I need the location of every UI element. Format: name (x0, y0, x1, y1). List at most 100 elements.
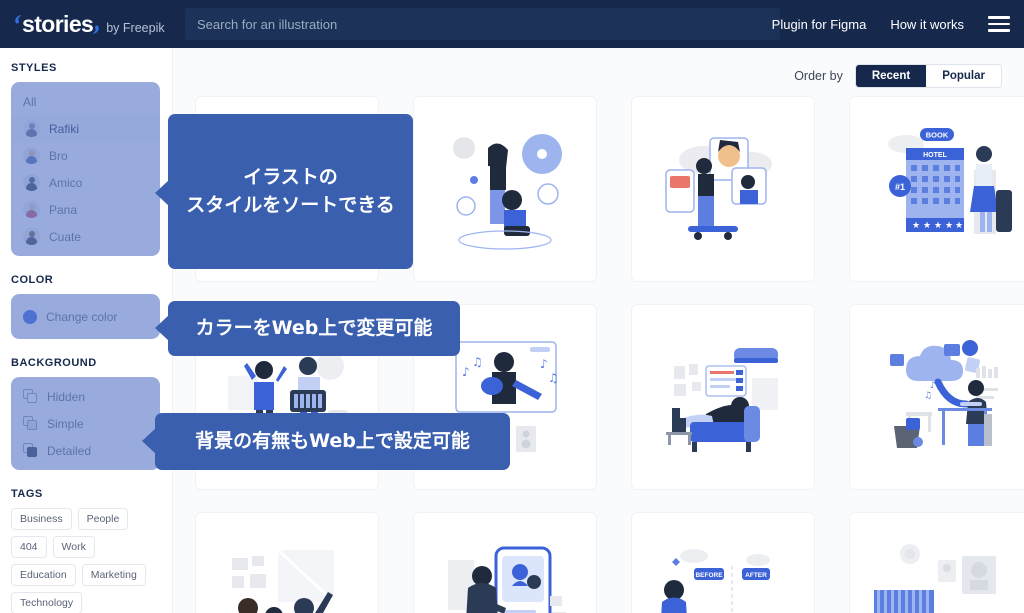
avatar-pana-icon (23, 201, 40, 218)
svg-text:♫: ♫ (472, 355, 483, 369)
svg-text:★: ★ (923, 221, 931, 231)
callout-pointer-icon (155, 180, 169, 206)
callout-styles-line1: イラストの (243, 165, 338, 188)
background-panel: Hidden Simple Detailed (11, 377, 160, 470)
avatar-rafiki-icon (23, 120, 40, 137)
page-root: stories by Freepik Plugin for Figma How … (0, 0, 1024, 613)
callout-styles-text: イラストの スタイルをソートできる (186, 164, 395, 219)
tags-section-title: TAGS (11, 488, 43, 500)
avatar-bro-icon (23, 147, 40, 164)
svg-text:♪: ♪ (930, 381, 936, 391)
svg-text:♫: ♫ (924, 391, 932, 401)
callout-styles: イラストの スタイルをソートできる (155, 114, 413, 269)
sort-option-popular[interactable]: Popular (926, 65, 1001, 87)
tag-work[interactable]: Work (52, 536, 95, 558)
illustration-card-cloud-storage-desk[interactable]: ♪ ♫ (849, 304, 1024, 490)
logo-byline: by Freepik (106, 20, 165, 35)
tags-list: Business People 404 Work Education Marke… (11, 508, 160, 613)
sort-option-recent[interactable]: Recent (855, 65, 927, 87)
style-label: Pana (49, 202, 78, 217)
callout-pointer-icon (155, 315, 169, 341)
logo-text: stories (22, 10, 94, 37)
layers-half-icon (23, 416, 38, 431)
change-color-button[interactable]: Change color (11, 303, 160, 330)
logo-apostrophe-icon (14, 14, 21, 26)
nav-plugin-for-figma[interactable]: Plugin for Figma (772, 17, 867, 32)
color-swatch-icon (23, 309, 37, 324)
sidebar-style-pana[interactable]: Pana (11, 196, 160, 223)
color-panel: Change color (11, 294, 160, 339)
sort-segmented-control: Recent Popular (854, 64, 1002, 88)
sidebar-background-detailed[interactable]: Detailed (11, 437, 160, 464)
avatar-amico-icon (23, 174, 40, 191)
callout-pointer-icon (142, 428, 156, 454)
tag-education[interactable]: Education (11, 564, 76, 586)
callout-color-text: カラーをWeb上で変更可能 (195, 316, 433, 339)
layers-outline-icon (23, 389, 38, 404)
top-header: stories by Freepik Plugin for Figma How … (0, 0, 1024, 48)
background-label: Simple (47, 416, 84, 431)
illustration-card-mobile-settings[interactable] (413, 512, 597, 613)
hotel-sign-label: HOTEL (923, 152, 947, 159)
sidebar-background-hidden[interactable]: Hidden (11, 383, 160, 410)
search-box[interactable] (185, 8, 780, 40)
avatar-cuate-icon (23, 228, 40, 245)
svg-text:★: ★ (912, 221, 920, 231)
filters-sidebar: STYLES All Rafiki Bro Amico Pana Cuate C… (0, 48, 173, 613)
callout-background-text: 背景の有無もWeb上で設定可能 (195, 429, 470, 452)
style-label: Rafiki (49, 121, 80, 136)
background-section-title: BACKGROUND (11, 357, 97, 369)
color-section-title: COLOR (11, 274, 54, 286)
change-color-label: Change color (46, 309, 118, 324)
callout-color: カラーをWeb上で変更可能 (155, 301, 460, 356)
svg-text:★: ★ (955, 221, 963, 231)
sidebar-style-bro[interactable]: Bro (11, 142, 160, 169)
illustration-card-before-after[interactable]: BEFORE AFTER (631, 512, 815, 613)
header-nav: Plugin for Figma How it works (772, 0, 1010, 48)
illustration-card-presentation-team[interactable] (195, 512, 379, 613)
after-label: AFTER (745, 572, 767, 579)
styles-panel: All Rafiki Bro Amico Pana Cuate (11, 82, 160, 256)
logo-mark: stories (14, 10, 100, 37)
sidebar-style-all[interactable]: All (11, 88, 160, 115)
logo-comma-icon (92, 22, 100, 34)
tag-marketing[interactable]: Marketing (81, 564, 146, 586)
layers-filled-icon (23, 443, 38, 458)
svg-text:♪: ♪ (462, 365, 470, 379)
sidebar-background-simple[interactable]: Simple (11, 410, 160, 437)
callout-background: 背景の有無もWeb上で設定可能 (142, 413, 510, 470)
svg-text:♪: ♪ (540, 357, 548, 371)
svg-text:★: ★ (945, 221, 953, 231)
background-label: Detailed (47, 443, 92, 458)
hotel-rank-label: #1 (895, 182, 905, 192)
styles-section-title: STYLES (11, 62, 57, 74)
svg-text:♫: ♫ (548, 371, 559, 385)
sidebar-style-rafiki[interactable]: Rafiki (11, 115, 160, 142)
sidebar-style-amico[interactable]: Amico (11, 169, 160, 196)
illustration-card-selfie-photoshoot[interactable] (413, 96, 597, 282)
hamburger-menu-icon[interactable] (988, 16, 1010, 32)
site-logo[interactable]: stories by Freepik (0, 10, 170, 37)
order-by-controls: Order by Recent Popular (794, 64, 1002, 88)
tag-business[interactable]: Business (11, 508, 72, 530)
style-label: Amico (49, 175, 83, 190)
illustration-card-office-blinds[interactable] (849, 512, 1024, 613)
sidebar-style-cuate[interactable]: Cuate (11, 223, 160, 250)
style-label: All (23, 94, 37, 109)
before-label: BEFORE (695, 572, 723, 579)
illustration-card-hotel-booking[interactable]: BOOK HOTEL #1 ★ ★ ★ ★ ★ (849, 96, 1024, 282)
background-label: Hidden (47, 389, 86, 404)
order-by-label: Order by (794, 69, 843, 83)
illustration-card-smart-home-sofa[interactable] (631, 304, 815, 490)
callout-styles-line2: スタイルをソートできる (186, 193, 395, 216)
tag-people[interactable]: People (77, 508, 129, 530)
illustration-card-social-media-skateboard[interactable] (631, 96, 815, 282)
hotel-book-label: BOOK (926, 131, 949, 140)
style-label: Cuate (49, 229, 82, 244)
search-input[interactable] (197, 16, 780, 32)
style-label: Bro (49, 148, 68, 163)
tag-404[interactable]: 404 (11, 536, 47, 558)
tag-technology[interactable]: Technology (11, 592, 83, 613)
svg-text:★: ★ (934, 221, 942, 231)
nav-how-it-works[interactable]: How it works (890, 17, 964, 32)
